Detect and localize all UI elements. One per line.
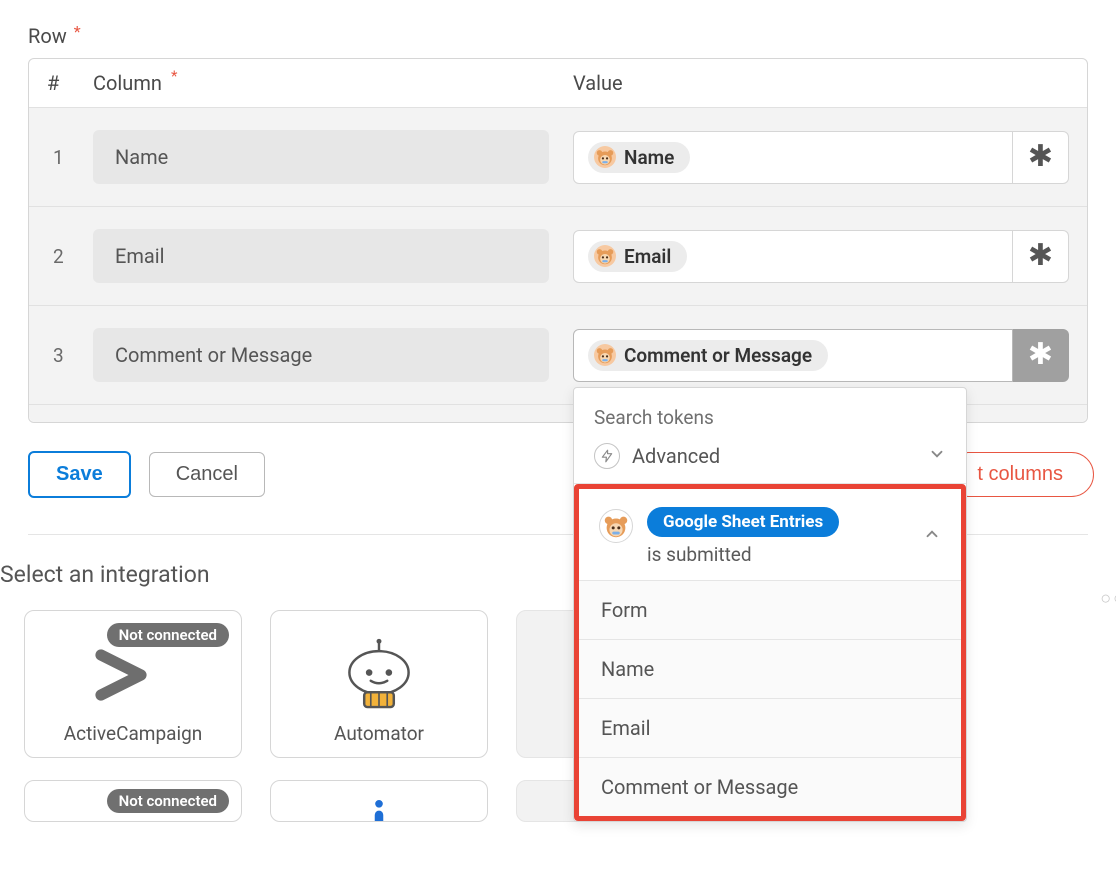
chevron-down-icon	[928, 444, 946, 468]
integration-card-placeholder[interactable]	[270, 780, 488, 822]
value-token[interactable]: Name	[588, 142, 690, 173]
source-chip: Google Sheet Entries	[647, 507, 839, 537]
token-picker-button[interactable]: ✱	[1013, 230, 1069, 283]
header-index: #	[47, 71, 93, 95]
integration-name: Automator	[334, 722, 424, 745]
header-value: Value	[573, 71, 1069, 95]
value-token[interactable]: Email	[588, 241, 687, 272]
highlighted-token-section: Google Sheet Entries is submitted Form N…	[574, 484, 966, 821]
token-label: Email	[624, 245, 671, 268]
token-option[interactable]: Name	[579, 640, 961, 699]
value-token[interactable]: Comment or Message	[588, 340, 828, 371]
section-label-text: Row	[28, 24, 67, 48]
column-field[interactable]: Email	[93, 229, 549, 283]
source-subtitle: is submitted	[647, 543, 909, 566]
token-label: Comment or Message	[624, 344, 812, 367]
save-button[interactable]: Save	[28, 451, 131, 498]
table-row: 2 Email Email ✱	[29, 206, 1087, 305]
column-field[interactable]: Name	[93, 130, 549, 184]
row-index: 3	[47, 344, 93, 367]
wpforms-icon	[594, 344, 616, 366]
value-field[interactable]: Email	[573, 230, 1013, 283]
integration-card-activecampaign[interactable]: Not connected ActiveCampaign	[24, 610, 242, 758]
not-connected-badge: Not connected	[107, 789, 229, 813]
required-star: *	[171, 67, 177, 85]
token-option[interactable]: Form	[579, 581, 961, 640]
token-picker-button[interactable]: ✱	[1013, 131, 1069, 184]
table-header: # Column * Value	[29, 59, 1087, 107]
info-icon	[281, 797, 477, 822]
row-index: 2	[47, 245, 93, 268]
cancel-button[interactable]: Cancel	[149, 452, 265, 497]
advanced-label: Advanced	[632, 444, 720, 468]
bolt-icon	[594, 443, 620, 469]
integration-card-placeholder[interactable]: Not connected	[24, 780, 242, 822]
header-column: Column *	[93, 71, 573, 95]
row-mapping-table: # Column * Value 1 Name Name	[28, 58, 1088, 423]
automator-icon	[281, 627, 477, 722]
dropdown-advanced-section[interactable]: Advanced	[574, 439, 966, 484]
row-index: 1	[47, 146, 93, 169]
token-dropdown: Search tokens Advanced	[573, 387, 967, 822]
token-label: Name	[624, 146, 674, 169]
token-picker-button[interactable]: ✱	[1013, 329, 1069, 382]
wpforms-icon	[594, 146, 616, 168]
token-option[interactable]: Email	[579, 699, 961, 758]
wpforms-icon	[599, 509, 633, 543]
integration-name: ActiveCampaign	[64, 722, 202, 745]
token-option[interactable]: Comment or Message	[579, 758, 961, 816]
token-search-input[interactable]: Search tokens	[574, 388, 966, 439]
header-column-text: Column	[93, 71, 162, 95]
ellipsis-icon[interactable]: ○○	[1100, 588, 1116, 609]
required-star: *	[74, 22, 81, 41]
get-columns-button[interactable]: t columns	[946, 452, 1094, 497]
wpforms-icon	[594, 245, 616, 267]
dropdown-source-header[interactable]: Google Sheet Entries is submitted	[579, 489, 961, 581]
section-label-row: Row *	[28, 24, 1088, 48]
value-field[interactable]: Name	[573, 131, 1013, 184]
table-row: 1 Name Name ✱	[29, 107, 1087, 206]
integration-card-automator[interactable]: Automator	[270, 610, 488, 758]
column-field[interactable]: Comment or Message	[93, 328, 549, 382]
table-row: 3 Comment or Message Comment or Message …	[29, 305, 1087, 404]
not-connected-badge: Not connected	[107, 623, 229, 647]
chevron-up-icon	[923, 525, 941, 548]
value-field[interactable]: Comment or Message	[573, 329, 1013, 382]
